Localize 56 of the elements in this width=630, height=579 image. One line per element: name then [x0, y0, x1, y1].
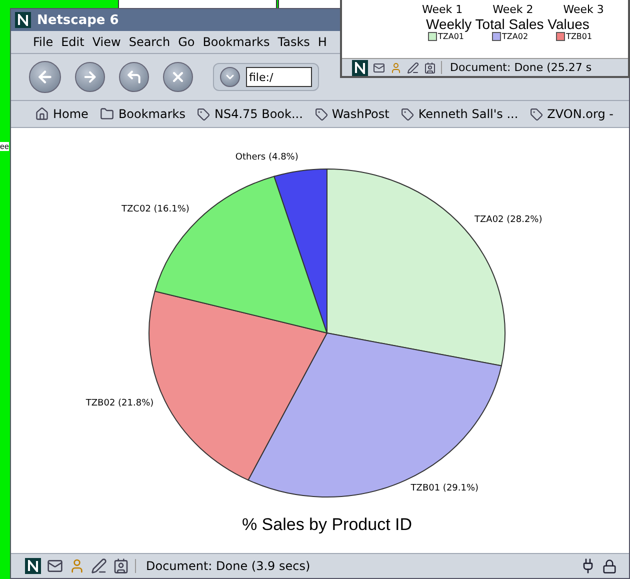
home-icon — [35, 107, 49, 121]
axis-label: Week 1 — [422, 3, 463, 16]
menu-item[interactable]: Bookmarks — [198, 35, 274, 49]
netscape-logo-icon — [15, 12, 31, 28]
menu-item[interactable]: Search — [124, 35, 174, 49]
address-book-icon[interactable] — [113, 558, 129, 574]
folder-icon — [100, 107, 114, 121]
legend-item: TZA01 — [428, 32, 464, 41]
slice-label: TZA02 (28.2%) — [474, 215, 542, 225]
lock-icon[interactable] — [602, 558, 617, 574]
bookmark-button[interactable]: NS4.75 Book... — [191, 107, 309, 121]
bookmark-button[interactable]: Kenneth Sall's ... — [395, 107, 524, 121]
bookmark-tag-icon — [401, 108, 414, 120]
close-icon — [170, 69, 186, 85]
desktop-text: ee — [0, 142, 9, 151]
composer-icon[interactable] — [407, 62, 419, 74]
axis-label: Week 3 — [563, 3, 604, 16]
bookmark-button[interactable]: Bookmarks — [94, 107, 192, 121]
menu-item[interactable]: Edit — [57, 35, 88, 49]
bookmark-button[interactable]: WashPost — [308, 107, 396, 121]
chart-title: Weekly Total Sales Values — [425, 16, 590, 32]
menu-item[interactable]: Tasks — [274, 35, 314, 49]
bookmark-tag-icon — [314, 108, 328, 120]
menu-item[interactable]: File — [29, 35, 58, 49]
reload-button[interactable] — [119, 62, 149, 92]
window-title: Netscape 6 — [37, 12, 119, 28]
mail-icon[interactable] — [47, 558, 63, 574]
slice-label: TZB01 (29.1%) — [410, 484, 479, 494]
legend-item: TZA02 — [492, 32, 528, 41]
menu-item[interactable]: H — [314, 35, 331, 49]
menu-item[interactable]: View — [88, 35, 125, 49]
bookmark-tag-icon — [197, 108, 210, 120]
status-text: Document: Done (25.27 s — [441, 61, 592, 74]
address-field[interactable]: file:/ — [246, 67, 312, 87]
forward-button[interactable] — [75, 62, 105, 92]
stop-button[interactable] — [163, 62, 193, 92]
dropdown-button[interactable] — [220, 67, 240, 87]
reload-arrow-icon — [126, 69, 142, 85]
menu-item[interactable]: Go — [174, 35, 199, 49]
bookmark-tag-icon — [530, 108, 544, 120]
bookmark-button[interactable]: ZVON.org - — [524, 107, 620, 121]
bookmark-button[interactable]: Home — [29, 107, 94, 121]
netscape-logo-icon[interactable] — [25, 558, 41, 574]
slice-label: TZB02 (21.8%) — [86, 398, 154, 409]
legend-item: TZB01 — [556, 32, 592, 41]
status-text: Document: Done (3.9 secs) — [135, 559, 574, 573]
chart-title: % Sales by Product ID — [242, 515, 412, 534]
slice-label: TZC02 (16.1%) — [122, 204, 190, 215]
netscape-logo-icon[interactable] — [352, 60, 368, 76]
mail-icon[interactable] — [373, 62, 385, 74]
back-button[interactable] — [29, 61, 61, 93]
composer-icon[interactable] — [91, 558, 107, 574]
address-book-icon[interactable] — [424, 62, 436, 74]
slice-label: Others (4.8%) — [235, 152, 298, 162]
forward-arrow-icon — [82, 69, 98, 85]
axis-label: Week 2 — [492, 3, 534, 16]
